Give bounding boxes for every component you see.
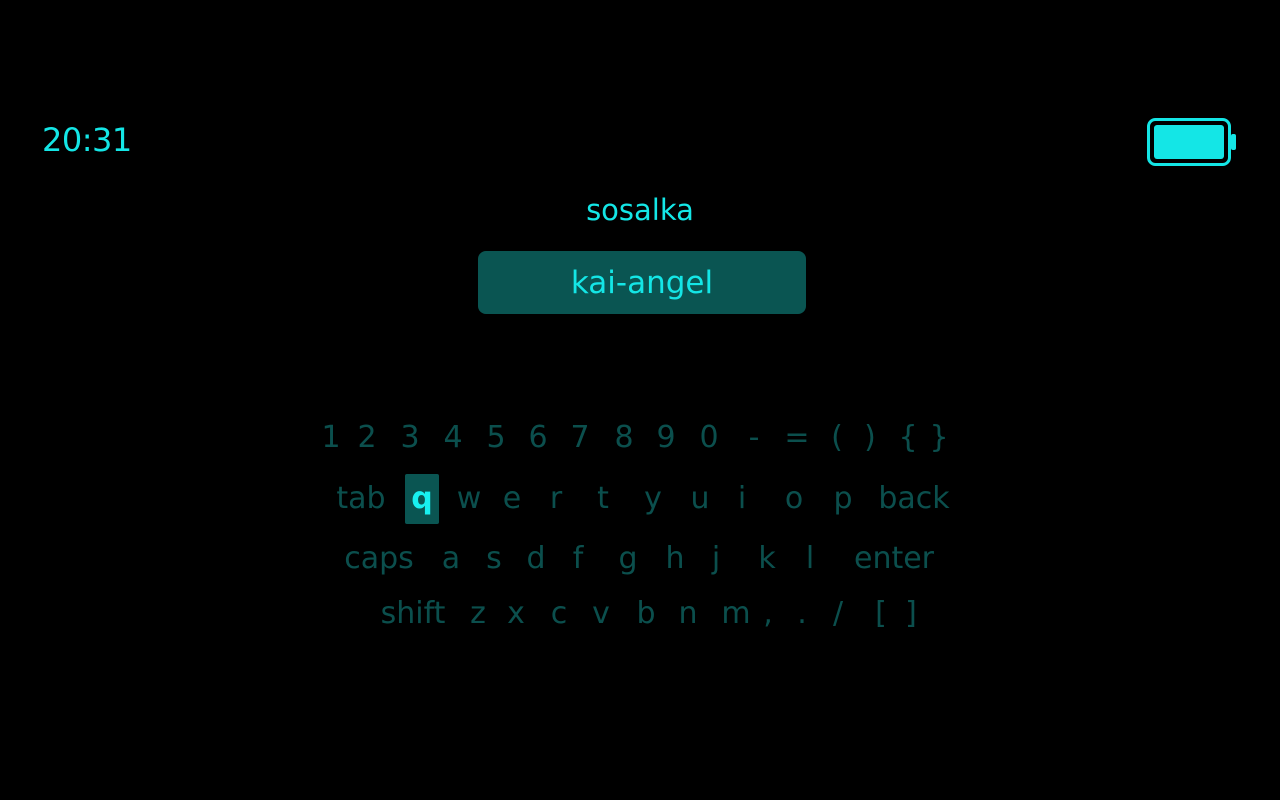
input-value: kai-angel [570, 264, 714, 301]
key-char[interactable]: 5 [486, 413, 505, 463]
keyboard-row-1: 1 2 3 4 5 6 7 8 9 0- = () {} [0, 413, 1280, 463]
keyboard-row-3: caps a s d f g h j k l enter [0, 534, 1280, 584]
key-char[interactable]: [ [875, 589, 887, 639]
key-char[interactable]: e [503, 474, 521, 524]
key-char[interactable]: d [526, 534, 545, 584]
key-char[interactable]: 0 [699, 413, 718, 463]
key-char[interactable]: z [470, 589, 486, 639]
key-char[interactable]: / [833, 589, 843, 639]
key-char[interactable]: y [644, 474, 662, 524]
key-back[interactable]: back [878, 474, 949, 524]
key-char[interactable]: s [486, 534, 502, 584]
key-char[interactable]: j [712, 534, 720, 584]
key-char[interactable]: l [806, 534, 814, 584]
key-char[interactable]: p [833, 474, 852, 524]
key-char[interactable]: u [690, 474, 709, 524]
key-char[interactable]: 3 [400, 413, 419, 463]
keyboard-row-4: shift z x c v b n m,. / [] [0, 589, 1280, 639]
key-char[interactable]: ] [905, 589, 917, 639]
key-char[interactable]: a [442, 534, 460, 584]
key-char[interactable]: k [758, 534, 775, 584]
key-char[interactable]: 4 [443, 413, 462, 463]
key-char[interactable]: } [929, 413, 948, 463]
key-char[interactable]: ( [831, 413, 843, 463]
key-char[interactable]: 2 [357, 413, 376, 463]
key-char[interactable]: g [618, 534, 637, 584]
key-char[interactable]: 6 [528, 413, 547, 463]
key-char[interactable]: c [551, 589, 568, 639]
key-char[interactable]: m [721, 589, 750, 639]
key-char[interactable]: ) [864, 413, 876, 463]
key-char[interactable]: 9 [656, 413, 675, 463]
key-selected[interactable]: q [405, 474, 439, 524]
key-enter[interactable]: enter [854, 534, 934, 584]
key-char[interactable]: i [738, 474, 746, 524]
key-char[interactable]: 7 [570, 413, 589, 463]
key-char[interactable]: 8 [614, 413, 633, 463]
key-shift[interactable]: shift [381, 589, 446, 639]
clock: 20:31 [42, 121, 132, 159]
key-char[interactable]: t [597, 474, 609, 524]
key-char[interactable]: { [898, 413, 917, 463]
screen-title: sosalka [586, 193, 694, 227]
keyboard-row-2: tab q w e r t y u i o p back [0, 474, 1280, 524]
screen: 20:31 sosalka kai-angel 1 2 3 4 5 6 7 8 9 0- = () {}… [0, 0, 1280, 800]
key-char[interactable]: h [665, 534, 684, 584]
text-input-field[interactable]: kai-angel [478, 251, 806, 314]
key-char[interactable]: - [749, 413, 760, 463]
key-char[interactable]: f [573, 534, 584, 584]
battery-full-icon [1147, 118, 1236, 166]
key-char[interactable]: . [797, 589, 807, 639]
key-tab[interactable]: tab [336, 474, 385, 524]
key-char[interactable]: n [678, 589, 697, 639]
key-char[interactable]: r [550, 474, 562, 524]
key-char[interactable]: o [785, 474, 803, 524]
key-char[interactable]: x [507, 589, 525, 639]
key-caps[interactable]: caps [344, 534, 414, 584]
key-char[interactable]: , [763, 589, 773, 639]
key-char[interactable]: 1 [321, 413, 340, 463]
key-char[interactable]: = [784, 413, 809, 463]
key-char[interactable]: b [636, 589, 655, 639]
key-char[interactable]: w [457, 474, 482, 524]
key-char[interactable]: v [592, 589, 610, 639]
